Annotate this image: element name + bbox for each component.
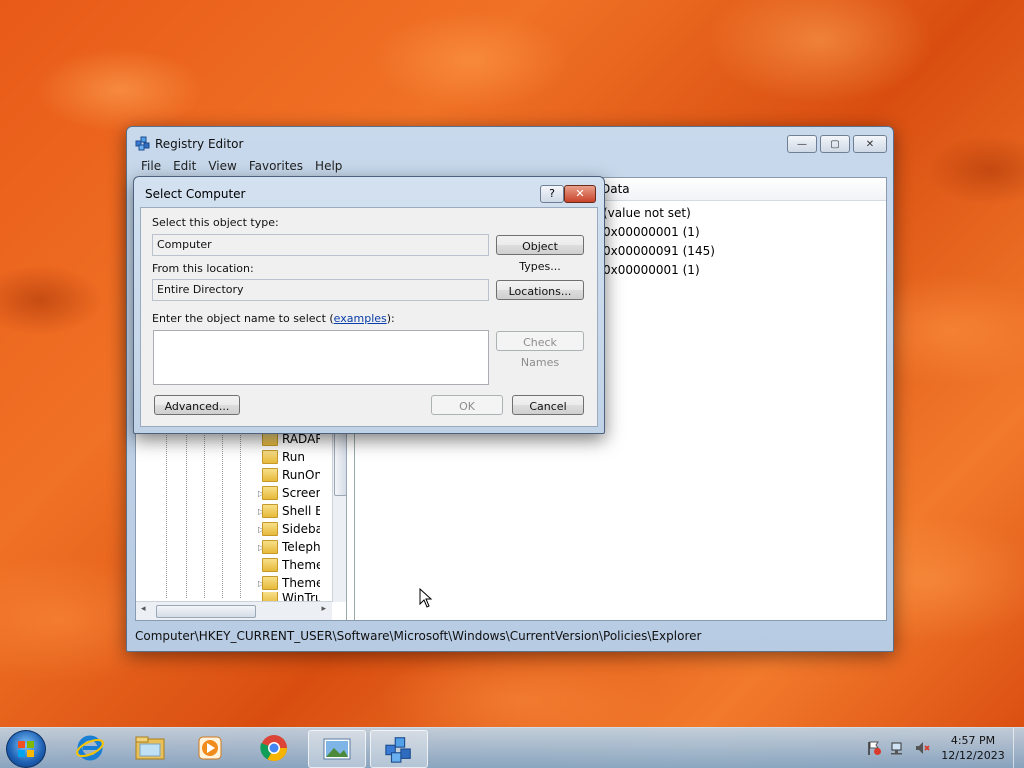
enter-name-label-text: Enter the object name to select (: [152, 312, 334, 325]
object-name-input[interactable]: [153, 330, 489, 385]
tree-item[interactable]: Themes: [262, 556, 320, 574]
location-label: From this location:: [152, 262, 254, 275]
maximize-button[interactable]: ▢: [820, 135, 850, 153]
column-header-data[interactable]: Data: [601, 182, 630, 196]
cancel-button[interactable]: Cancel: [512, 395, 584, 415]
internet-explorer-taskbar-button[interactable]: [62, 730, 118, 766]
dialog-body: Select this object type: Computer Object…: [140, 207, 598, 427]
windows-logo-icon: [18, 741, 34, 757]
file-explorer-taskbar-button[interactable]: [122, 730, 178, 766]
list-row-data[interactable]: (value not set): [603, 206, 691, 220]
tree-item-label: Telephony: [282, 540, 320, 554]
locations-button[interactable]: Locations...: [496, 280, 584, 300]
tree-item-label: Run: [282, 450, 306, 464]
tree-vertical-scrollbar[interactable]: [332, 426, 347, 602]
check-names-button[interactable]: Check Names: [496, 331, 584, 369]
scrollbar-thumb[interactable]: [156, 605, 256, 618]
advanced-button[interactable]: Advanced...: [154, 395, 240, 415]
minimize-button[interactable]: —: [787, 135, 817, 153]
registry-editor-taskbar-button[interactable]: [370, 730, 428, 768]
scrollbar-thumb[interactable]: [334, 432, 347, 496]
media-player-icon: [198, 736, 222, 760]
tree-item[interactable]: Run: [262, 448, 320, 466]
folder-icon: [262, 558, 278, 572]
chrome-icon: [260, 735, 288, 762]
tree-item[interactable]: RunOnce: [262, 466, 320, 484]
dialog-close-button[interactable]: ✕: [564, 185, 596, 203]
folder-icon: [262, 450, 278, 464]
folder-icon: [262, 486, 278, 500]
start-button[interactable]: [6, 730, 46, 768]
volume-muted-icon[interactable]: [914, 740, 930, 756]
dialog-title: Select Computer: [145, 187, 246, 201]
chrome-taskbar-button[interactable]: [246, 730, 302, 766]
tree-item-label: RADAR: [282, 432, 320, 446]
folder-icon: [262, 504, 278, 518]
registry-editor-icon: [385, 737, 411, 763]
tree-item-label: Screensavers: [282, 486, 320, 500]
media-player-taskbar-button[interactable]: [182, 730, 238, 766]
list-row-data[interactable]: 0x00000001 (1): [603, 263, 700, 277]
folder-icon: [262, 468, 278, 482]
menu-edit[interactable]: Edit: [167, 157, 202, 175]
object-type-field: Computer: [152, 234, 489, 256]
tree-item-label: Themes: [282, 558, 320, 572]
folder-icon: [262, 540, 278, 554]
help-button[interactable]: ?: [540, 185, 564, 203]
menu-help[interactable]: Help: [309, 157, 348, 175]
clock-time: 4:57 PM: [950, 734, 996, 747]
tree-item[interactable]: Telephony: [262, 538, 320, 556]
object-types-button[interactable]: Object Types...: [496, 235, 584, 273]
registry-editor-icon: [135, 136, 150, 151]
list-row-data[interactable]: 0x00000091 (145): [603, 244, 715, 258]
ok-button[interactable]: OK: [431, 395, 503, 415]
folder-icon: [135, 736, 165, 760]
menu-bar: File Edit View Favorites Help: [135, 157, 885, 175]
window-title: Registry Editor: [155, 137, 244, 151]
tree-item[interactable]: Screensavers: [262, 484, 320, 502]
enter-name-label-suffix: ):: [386, 312, 395, 325]
tree-item[interactable]: Shell Extensions: [262, 502, 320, 520]
object-type-label: Select this object type:: [152, 216, 279, 229]
tree-item-label: ThemeManager: [282, 576, 320, 590]
tree-item[interactable]: Sidebar: [262, 520, 320, 538]
show-desktop-button[interactable]: [1013, 728, 1024, 768]
list-row-data[interactable]: 0x00000001 (1): [603, 225, 700, 239]
network-icon[interactable]: [890, 740, 906, 756]
folder-icon: [262, 432, 278, 446]
folder-icon: [262, 576, 278, 590]
location-field: Entire Directory: [152, 279, 489, 301]
status-bar-path: Computer\HKEY_CURRENT_USER\Software\Micr…: [135, 629, 702, 643]
tree-item-label: Shell Extensions: [282, 504, 320, 518]
taskbar: 4:57 PM 12/12/2023: [0, 727, 1024, 768]
scroll-right-arrow-icon[interactable]: ▸: [321, 604, 326, 614]
menu-view[interactable]: View: [202, 157, 242, 175]
image-viewer-icon: [323, 738, 351, 760]
mouse-cursor-icon: [419, 588, 433, 608]
close-button[interactable]: ✕: [853, 135, 887, 153]
examples-link[interactable]: examples: [334, 312, 387, 325]
folder-icon: [262, 522, 278, 536]
menu-favorites[interactable]: Favorites: [243, 157, 309, 175]
image-viewer-taskbar-button[interactable]: [308, 730, 366, 768]
system-clock[interactable]: 4:57 PM 12/12/2023: [938, 733, 1008, 763]
select-computer-dialog: Select Computer ? ✕ Select this object t…: [133, 176, 605, 434]
internet-explorer-icon: [76, 735, 104, 761]
scroll-left-arrow-icon[interactable]: ◂: [141, 604, 146, 614]
tree-horizontal-scrollbar[interactable]: ◂ ▸: [136, 601, 332, 620]
action-center-flag-icon[interactable]: [866, 740, 882, 756]
enter-name-label: Enter the object name to select (example…: [152, 312, 395, 325]
menu-file[interactable]: File: [135, 157, 167, 175]
tree-item[interactable]: ThemeManager: [262, 574, 320, 592]
tree-item-label: Sidebar: [282, 522, 320, 536]
clock-date: 12/12/2023: [941, 749, 1005, 762]
tree-item-label: RunOnce: [282, 468, 320, 482]
